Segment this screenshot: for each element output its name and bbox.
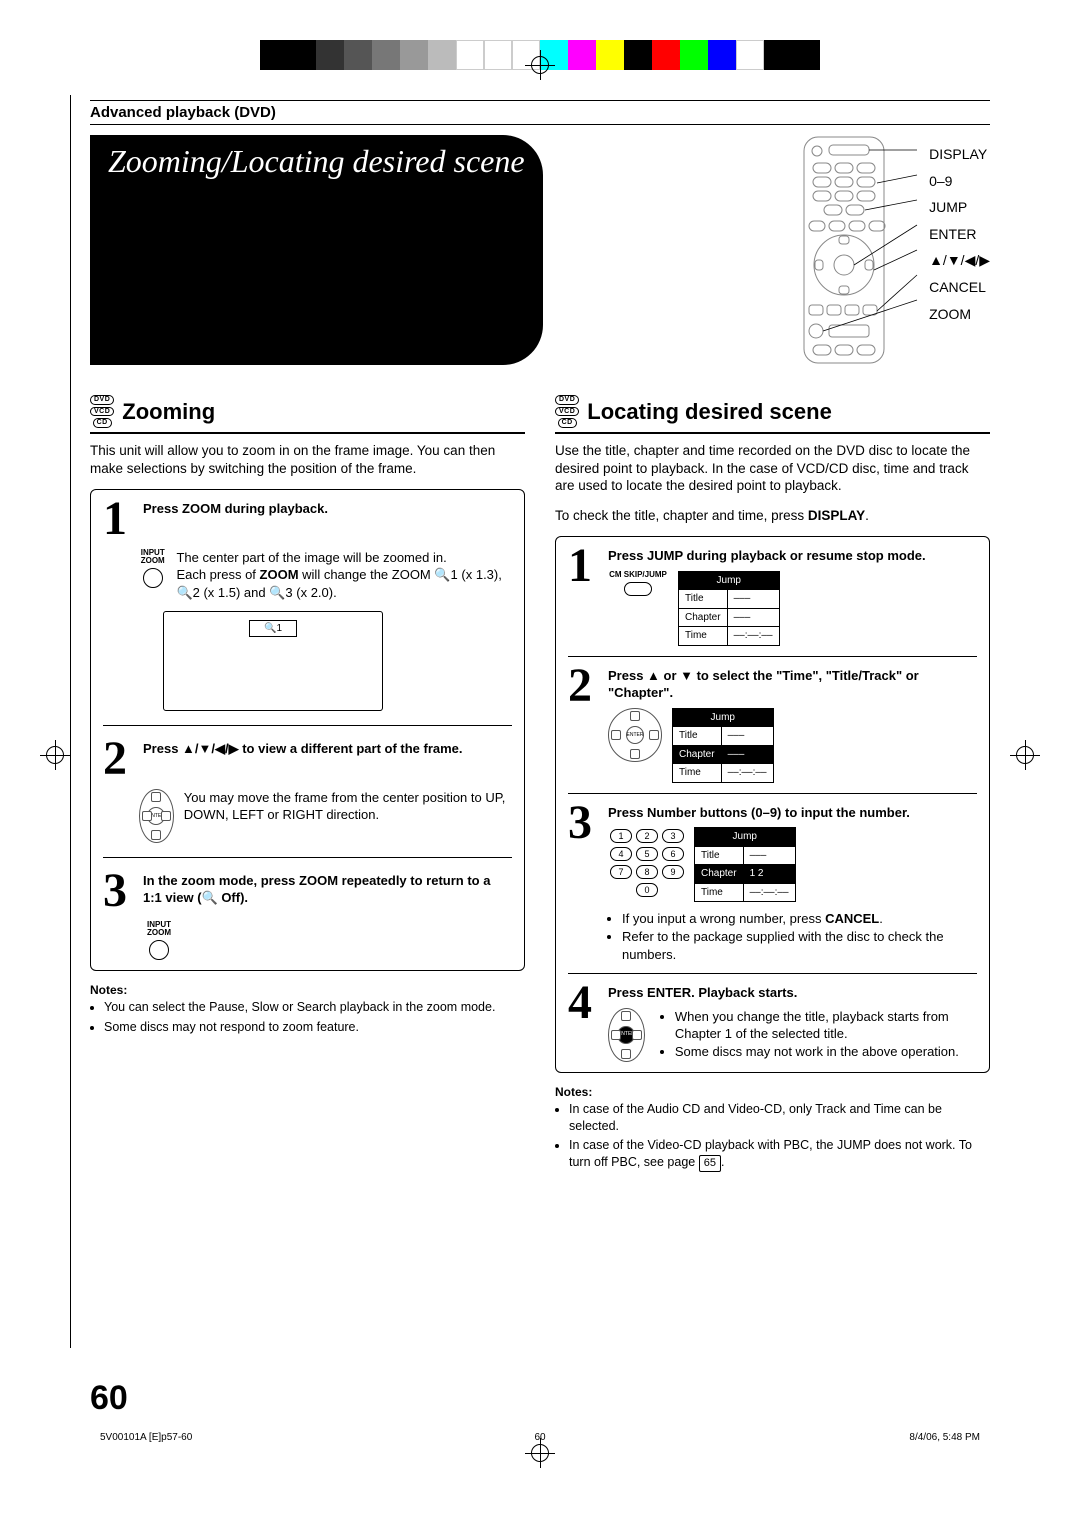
page-title: Zooming/Locating desired scene xyxy=(90,135,543,365)
page-content: Advanced playback (DVD) Zooming/Locating… xyxy=(90,100,990,1175)
jump-osd-menu: Jump Title––– Chapter––– Time––:––:–– xyxy=(678,571,780,646)
disc-badges: DVD VCD CD xyxy=(90,395,114,428)
step-3: 3 In the zoom mode, press ZOOM repeatedl… xyxy=(103,872,512,911)
remote-label: 0–9 xyxy=(929,168,990,195)
input-zoom-button-icon: INPUT ZOOM xyxy=(139,921,179,961)
title-row: Zooming/Locating desired scene xyxy=(90,135,990,365)
locating-intro: Use the title, chapter and time recorded… xyxy=(555,442,990,495)
footer-pagenum: 60 xyxy=(534,1432,545,1443)
zoom-osd-mock: 🔍1 xyxy=(163,611,383,711)
remote-label: ZOOM xyxy=(929,301,990,328)
locating-heading: DVD VCD CD Locating desired scene xyxy=(555,395,990,434)
remote-diagram: DISPLAY 0–9 JUMP ENTER ▲/▼/◀/▶ CANCEL ZO… xyxy=(799,135,990,365)
step-4: 4 Press ENTER. Playback starts. ENTER Wh… xyxy=(568,984,977,1062)
zooming-column: DVD VCD CD Zooming This unit will allow … xyxy=(90,395,525,1175)
dpad-icon: ENTER xyxy=(139,789,174,843)
notes-heading: Notes: xyxy=(555,1085,990,1099)
remote-label-list: DISPLAY 0–9 JUMP ENTER ▲/▼/◀/▶ CANCEL ZO… xyxy=(929,135,990,365)
step-2: 2 Press ▲/▼/◀/▶ to view a different part… xyxy=(103,740,512,778)
zoom-steps-box: 1 Press ZOOM during playback. INPUT ZOOM… xyxy=(90,489,525,971)
display-hint: To check the title, chapter and time, pr… xyxy=(555,507,990,525)
zooming-intro: This unit will allow you to zoom in on t… xyxy=(90,442,525,477)
remote-label: CANCEL xyxy=(929,274,990,301)
numpad-icon: 123 456 789 0 xyxy=(610,829,684,897)
footer-filename: 5V00101A [E]p57-60 xyxy=(100,1432,192,1443)
step-3: 3 Press Number buttons (0–9) to input th… xyxy=(568,804,977,963)
remote-label: JUMP xyxy=(929,194,990,221)
dpad-icon: ENTER xyxy=(608,708,662,762)
input-zoom-button-icon: INPUT ZOOM xyxy=(139,549,166,589)
locating-column: DVD VCD CD Locating desired scene Use th… xyxy=(555,395,990,1175)
remote-icon xyxy=(799,135,919,365)
section-header: Advanced playback (DVD) xyxy=(90,100,990,125)
zooming-heading: DVD VCD CD Zooming xyxy=(90,395,525,434)
jump-osd-menu: Jump Title––– Chapter1 2 Time––:––:–– xyxy=(694,827,796,902)
zoom-notes: You can select the Pause, Slow or Search… xyxy=(90,999,525,1036)
notes-heading: Notes: xyxy=(90,983,525,997)
left-margin-rule xyxy=(70,95,71,1348)
registration-crosshair-icon xyxy=(525,50,555,80)
step-1: 1 Press JUMP during playback or resume s… xyxy=(568,547,977,646)
jump-button-icon: CM SKIP/JUMP xyxy=(608,571,668,596)
disc-badges: DVD VCD CD xyxy=(555,395,579,428)
registration-crosshair-icon xyxy=(1010,740,1040,770)
registration-crosshair-icon xyxy=(40,740,70,770)
footer-timestamp: 8/4/06, 5:48 PM xyxy=(909,1432,980,1443)
step-2: 2 Press ▲ or ▼ to select the "Time", "Ti… xyxy=(568,667,977,783)
remote-label: ▲/▼/◀/▶ xyxy=(929,247,990,274)
remote-label: DISPLAY xyxy=(929,141,990,168)
locate-notes: In case of the Audio CD and Video-CD, on… xyxy=(555,1101,990,1172)
step-1: 1 Press ZOOM during playback. xyxy=(103,500,512,538)
remote-label: ENTER xyxy=(929,221,990,248)
page-number: 60 xyxy=(90,1379,128,1418)
locate-steps-box: 1 Press JUMP during playback or resume s… xyxy=(555,536,990,1072)
dpad-icon: ENTER xyxy=(608,1008,645,1062)
jump-osd-menu: Jump Title––– Chapter––– Time––:––:–– xyxy=(672,708,774,783)
